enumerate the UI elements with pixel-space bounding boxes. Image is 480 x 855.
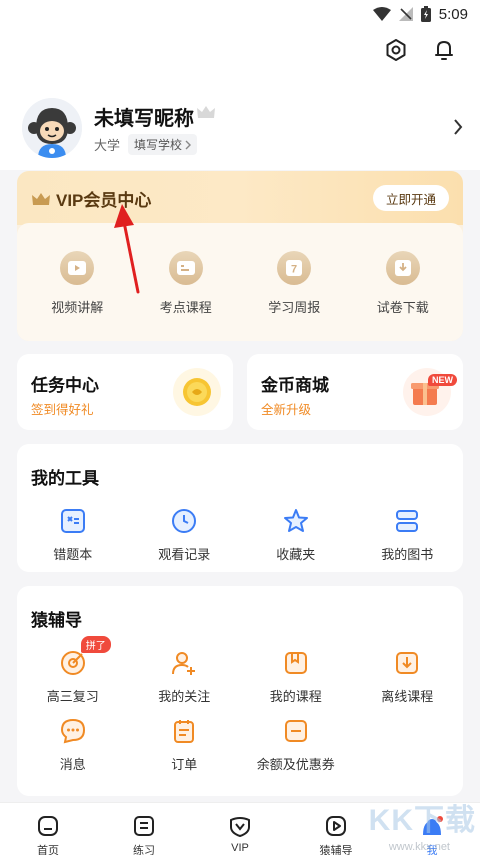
coin-mall-title: 金币商城 <box>261 376 329 395</box>
tab-home[interactable]: 首页 <box>12 815 84 855</box>
course-icon <box>168 251 203 285</box>
coin-icon <box>173 368 221 416</box>
school-row: 大学 填写学校 <box>94 134 198 155</box>
wifi-icon <box>372 7 391 21</box>
vip-benefits: 视频讲解 考点课程 7 学习周报 试卷下载 <box>17 223 463 341</box>
item-label: 离线课程 <box>381 689 434 704</box>
svg-text:7: 7 <box>291 264 297 276</box>
tool-label: 我的图书 <box>381 547 434 562</box>
tool-watch-history[interactable]: 观看记录 <box>134 506 234 563</box>
bookmark-icon <box>281 648 311 678</box>
item-label: 高三复习 <box>46 689 99 704</box>
bell-icon[interactable] <box>430 36 458 64</box>
tab-practice[interactable]: 练习 <box>108 815 180 855</box>
battery-icon <box>420 6 431 22</box>
item-my-course[interactable]: 我的课程 <box>246 648 346 705</box>
my-tools-title: 我的工具 <box>31 469 99 488</box>
fill-school-button[interactable]: 填写学校 <box>128 134 198 155</box>
books-icon <box>392 506 422 536</box>
video-icon <box>325 815 347 840</box>
order-icon <box>169 716 199 746</box>
vip-item-label: 试卷下载 <box>376 300 429 315</box>
vip-icon <box>229 815 251 840</box>
wrong-book-icon <box>58 506 88 536</box>
clock-icon <box>169 506 199 536</box>
vip-item-report[interactable]: 7 学习周报 <box>244 251 344 316</box>
practice-icon <box>133 815 155 840</box>
new-badge: NEW <box>428 374 457 386</box>
task-center-card[interactable]: 任务中心 签到得好礼 <box>17 354 233 430</box>
tool-label: 错题本 <box>53 547 93 562</box>
star-icon <box>281 506 311 536</box>
tool-my-books[interactable]: 我的图书 <box>357 506 457 563</box>
item-my-follow[interactable]: 我的关注 <box>134 648 234 705</box>
tab-yuanfudao[interactable]: 猿辅导 <box>300 815 372 855</box>
settings-icon[interactable] <box>382 36 410 64</box>
yuanfudao-title: 猿辅导 <box>31 611 82 630</box>
vip-header[interactable]: VIP会员中心 立即开通 <box>17 171 463 225</box>
vip-item-label: 视频讲解 <box>51 300 104 315</box>
task-center-subtitle: 签到得好礼 <box>31 403 94 417</box>
pin-badge: 拼了 <box>80 636 111 653</box>
chevron-right-icon[interactable] <box>453 118 463 141</box>
item-senior-review[interactable]: 拼了 高三复习 <box>23 636 123 705</box>
home-icon <box>37 815 59 840</box>
education-level: 大学 <box>94 138 121 153</box>
item-label: 订单 <box>171 757 198 772</box>
play-icon <box>60 251 95 285</box>
offline-download-icon <box>392 648 422 678</box>
status-time: 5:09 <box>438 5 468 23</box>
tool-favorites[interactable]: 收藏夹 <box>246 506 346 563</box>
tab-label: 猿辅导 <box>319 845 353 855</box>
chevron-right-icon <box>185 140 192 149</box>
tab-label: VIP <box>231 842 249 854</box>
follow-icon <box>169 648 199 678</box>
avatar[interactable] <box>22 98 82 158</box>
item-order[interactable]: 订单 <box>134 716 234 773</box>
item-message[interactable]: 消息 <box>23 716 123 773</box>
my-tools-card: 我的工具 错题本 观看记录 收藏夹 我的图书 <box>17 444 463 572</box>
vip-item-label: 学习周报 <box>268 300 321 315</box>
nickname: 未填写昵称 <box>94 108 194 130</box>
coin-mall-card[interactable]: 金币商城 全新升级 NEW <box>247 354 463 430</box>
profile-section[interactable]: 未填写昵称 大学 填写学校 <box>22 98 467 162</box>
item-label: 余额及优惠券 <box>256 757 335 772</box>
fill-school-label: 填写学校 <box>134 138 183 152</box>
annotation-arrow <box>114 204 140 294</box>
vip-crown-icon <box>32 192 50 205</box>
watermark: KK下载 <box>368 804 476 837</box>
tool-wrong-book[interactable]: 错题本 <box>23 506 123 563</box>
wallet-icon <box>281 716 311 746</box>
tab-label: 练习 <box>133 845 155 855</box>
crown-icon <box>196 104 216 125</box>
tab-vip[interactable]: VIP <box>204 815 276 854</box>
watermark-url: www.kkx.net <box>388 841 450 853</box>
item-label: 我的关注 <box>158 689 211 704</box>
item-balance-coupon[interactable]: 余额及优惠券 <box>246 716 346 773</box>
message-icon <box>58 716 88 746</box>
vip-item-label: 考点课程 <box>159 300 212 315</box>
tool-label: 收藏夹 <box>276 547 316 562</box>
vip-open-button[interactable]: 立即开通 <box>373 185 449 211</box>
calendar-icon: 7 <box>277 251 312 285</box>
download-icon <box>385 251 420 285</box>
tool-label: 观看记录 <box>158 547 211 562</box>
vip-item-download[interactable]: 试卷下载 <box>353 251 453 316</box>
vip-card: VIP会员中心 立即开通 视频讲解 考点课程 7 学习周报 试卷下载 <box>17 171 463 341</box>
status-bar: 5:09 <box>0 0 480 28</box>
no-signal-icon <box>398 7 413 21</box>
tab-label: 首页 <box>37 845 59 855</box>
vip-item-course[interactable]: 考点课程 <box>136 251 236 316</box>
item-label: 我的课程 <box>269 689 322 704</box>
item-label: 消息 <box>59 757 86 772</box>
coin-mall-subtitle: 全新升级 <box>261 403 312 417</box>
task-center-title: 任务中心 <box>31 376 99 395</box>
header-actions <box>382 36 458 64</box>
item-offline-course[interactable]: 离线课程 <box>357 648 457 705</box>
yuanfudao-card: 猿辅导 拼了 高三复习 我的关注 我的课程 离线课程 消息 订单 余额及优惠券 <box>17 586 463 796</box>
